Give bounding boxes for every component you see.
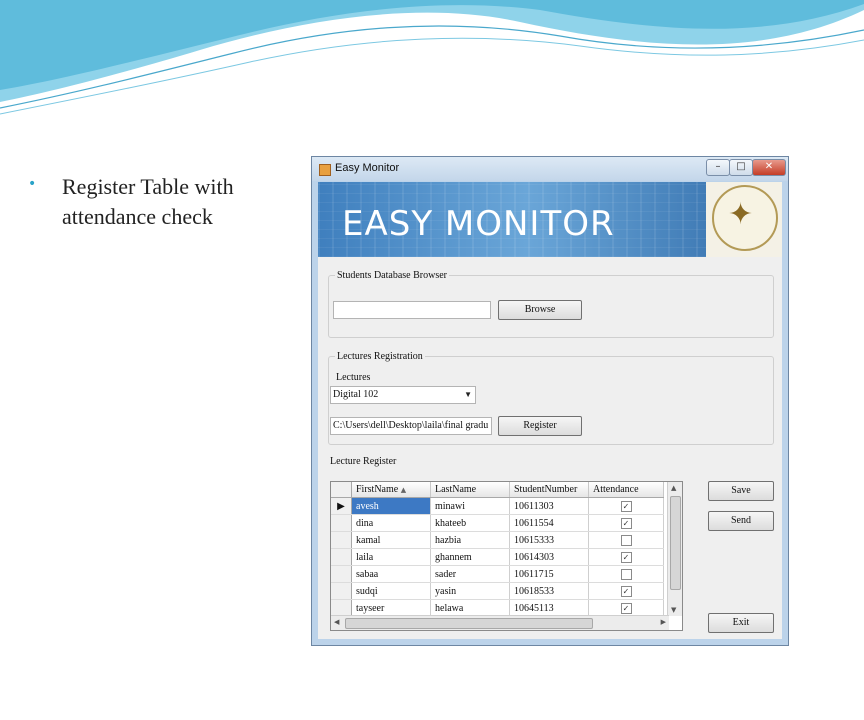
cell-lastname[interactable]: hazbia [430, 531, 510, 549]
row-header-corner [331, 482, 352, 498]
cell-attendance[interactable]: ✓ [588, 548, 664, 566]
scroll-left-icon[interactable]: ◀ [334, 618, 339, 626]
cell-attendance[interactable]: ✓ [588, 514, 664, 532]
cell-firstname[interactable]: tayseer [351, 599, 431, 617]
maximize-button[interactable]: □ [729, 159, 753, 176]
lecture-register-grid[interactable]: FirstName ▲ LastName StudentNumber Atten… [330, 481, 683, 631]
students-database-legend: Students Database Browser [337, 270, 447, 281]
row-header-cell[interactable] [331, 582, 352, 600]
row-header-cell[interactable] [331, 565, 352, 583]
cell-firstname[interactable]: avesh [351, 497, 431, 515]
minimize-button[interactable]: – [706, 159, 730, 176]
cell-lastname[interactable]: minawi [430, 497, 510, 515]
table-row[interactable]: sabaa sader 10611715 [331, 565, 664, 583]
save-button[interactable]: Save [708, 481, 774, 501]
chevron-down-icon: ▼ [464, 390, 472, 399]
table-row[interactable]: tayseer helawa 10645113 ✓ [331, 599, 664, 617]
row-header-cell[interactable] [331, 514, 352, 532]
table-row[interactable]: kamal hazbia 10615333 [331, 531, 664, 549]
cell-studentnumber[interactable]: 10615333 [509, 531, 589, 549]
row-header-cell[interactable] [331, 531, 352, 549]
row-header-cell[interactable] [331, 548, 352, 566]
lecture-register-label: Lecture Register [330, 456, 397, 467]
checkbox-checked-icon[interactable]: ✓ [620, 500, 632, 512]
table-row[interactable]: ▶ avesh minawi 10611303 ✓ [331, 497, 664, 515]
slide-bullet-text: Register Table with attendance check [62, 174, 234, 229]
cell-studentnumber[interactable]: 10611554 [509, 514, 589, 532]
cell-firstname[interactable]: sudqi [351, 582, 431, 600]
column-header-attendance[interactable]: Attendance [588, 482, 664, 498]
close-button[interactable]: ✕ [752, 159, 786, 176]
exit-button[interactable]: Exit [708, 613, 774, 633]
cell-firstname[interactable]: kamal [351, 531, 431, 549]
cell-firstname[interactable]: laila [351, 548, 431, 566]
column-header-studentnumber[interactable]: StudentNumber [509, 482, 589, 498]
column-header-firstname[interactable]: FirstName ▲ [351, 482, 431, 498]
checkbox-checked-icon[interactable]: ✓ [620, 517, 632, 529]
scroll-down-icon[interactable]: ▼ [671, 606, 676, 614]
cell-attendance[interactable]: ✓ [588, 582, 664, 600]
window-title: Easy Monitor [335, 162, 400, 174]
banner-title: EASY MONITOR [342, 204, 615, 244]
browse-button[interactable]: Browse [498, 300, 582, 320]
cell-firstname[interactable]: dina [351, 514, 431, 532]
register-button[interactable]: Register [498, 416, 582, 436]
cell-studentnumber[interactable]: 10618533 [509, 582, 589, 600]
window-title-bar[interactable]: Easy Monitor – □ ✕ [312, 157, 788, 181]
window-client-area: EASY MONITOR ✦ Students Database Browser… [318, 182, 782, 639]
checkbox-unchecked-icon[interactable] [620, 568, 632, 580]
column-header-lastname[interactable]: LastName [430, 482, 510, 498]
scroll-up-icon[interactable]: ▲ [671, 484, 676, 492]
table-header-row: FirstName ▲ LastName StudentNumber Atten… [331, 482, 664, 498]
header-wave-decoration [0, 0, 864, 115]
column-header-label: FirstName [356, 484, 399, 495]
table-row[interactable]: laila ghannem 10614303 ✓ [331, 548, 664, 566]
app-icon [319, 164, 331, 176]
horizontal-scroll-thumb[interactable] [345, 618, 593, 629]
checkbox-checked-icon[interactable]: ✓ [620, 602, 632, 614]
app-banner: EASY MONITOR ✦ [318, 182, 782, 257]
scroll-right-icon[interactable]: ▶ [661, 618, 666, 626]
eagle-icon: ✦ [728, 197, 754, 232]
university-emblem: ✦ [706, 182, 782, 257]
grid-vertical-scrollbar[interactable]: ▲ ▼ [667, 482, 682, 616]
cell-lastname[interactable]: yasin [430, 582, 510, 600]
lectures-dropdown[interactable]: Digital 102 ▼ [330, 386, 476, 404]
easy-monitor-window: Easy Monitor – □ ✕ EASY MONITOR ✦ Studen… [311, 156, 789, 646]
register-table-body: ▶ avesh minawi 10611303 ✓ dina khateeb 10611554… [331, 497, 664, 617]
table-row[interactable]: sudqi yasin 10618533 ✓ [331, 582, 664, 600]
lecture-file-path-input[interactable]: C:\Users\dell\Desktop\laila\final gradu [330, 417, 492, 435]
row-header-cell[interactable]: ▶ [331, 497, 352, 515]
cell-studentnumber[interactable]: 10611303 [509, 497, 589, 515]
lectures-selected-value: Digital 102 [333, 389, 379, 400]
cell-studentnumber[interactable]: 10645113 [509, 599, 589, 617]
grid-horizontal-scrollbar[interactable]: ◀ ▶ [331, 615, 669, 630]
send-button[interactable]: Send [708, 511, 774, 531]
cell-lastname[interactable]: ghannem [430, 548, 510, 566]
register-table: FirstName ▲ LastName StudentNumber Atten… [331, 482, 664, 617]
checkbox-checked-icon[interactable]: ✓ [620, 585, 632, 597]
checkbox-checked-icon[interactable]: ✓ [620, 551, 632, 563]
cell-attendance[interactable]: ✓ [588, 497, 664, 515]
row-header-cell[interactable] [331, 599, 352, 617]
lectures-registration-legend: Lectures Registration [337, 351, 423, 362]
cell-lastname[interactable]: khateeb [430, 514, 510, 532]
cell-studentnumber[interactable]: 10614303 [509, 548, 589, 566]
cell-studentnumber[interactable]: 10611715 [509, 565, 589, 583]
checkbox-unchecked-icon[interactable] [620, 534, 632, 546]
sort-ascending-icon: ▲ [400, 486, 407, 494]
vertical-scroll-thumb[interactable] [670, 496, 681, 590]
cell-firstname[interactable]: sabaa [351, 565, 431, 583]
cell-attendance[interactable] [588, 531, 664, 549]
cell-lastname[interactable]: helawa [430, 599, 510, 617]
bullet-marker: • [28, 176, 37, 192]
cell-attendance[interactable]: ✓ [588, 599, 664, 617]
table-row[interactable]: dina khateeb 10611554 ✓ [331, 514, 664, 532]
lectures-label: Lectures [336, 372, 371, 383]
emblem-seal-icon: ✦ [712, 185, 778, 251]
cell-lastname[interactable]: sader [430, 565, 510, 583]
database-path-input[interactable] [333, 301, 491, 319]
cell-attendance[interactable] [588, 565, 664, 583]
